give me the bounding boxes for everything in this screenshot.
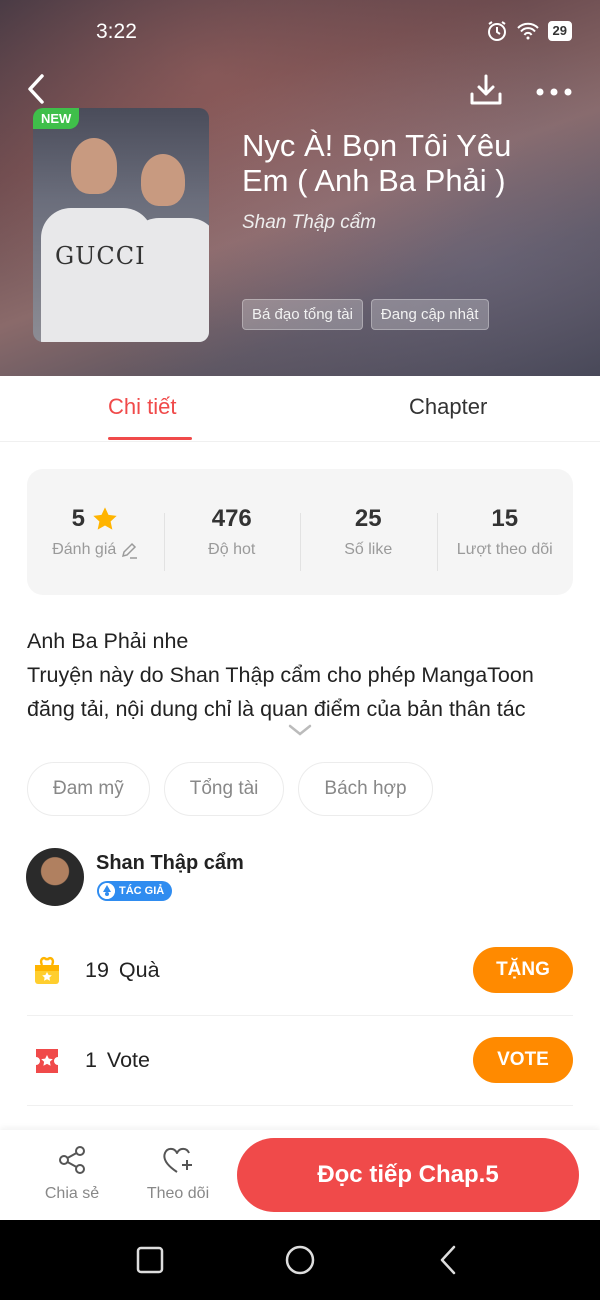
author-badge-icon (99, 883, 115, 899)
tab-detail[interactable]: Chi tiết (108, 394, 176, 420)
hot-label: Độ hot (208, 541, 256, 558)
cover-face-left (71, 138, 117, 194)
stats-panel: 5 Đánh giá 476 Độ hot 25 Số like 15 Lượt… (27, 469, 573, 595)
tab-chapter[interactable]: Chapter (409, 394, 487, 420)
vote-button[interactable]: VOTE (473, 1037, 573, 1083)
story-header: 3:22 29 GUCCI NEW Nyc À! Bọn Tôi Yêu Em … (0, 0, 600, 376)
stat-followers: 15 Lượt theo dõi (436, 505, 574, 571)
more-options-icon[interactable] (534, 82, 574, 102)
avatar[interactable] (26, 848, 84, 906)
vote-row: 1 Vote VOTE (27, 1016, 573, 1106)
stat-rating[interactable]: 5 Đánh giá (27, 505, 164, 559)
follow-action[interactable]: Theo dõi (138, 1144, 218, 1203)
wifi-icon (516, 22, 539, 40)
story-author[interactable]: Shan Thập cẩm (242, 212, 376, 234)
heart-plus-icon (163, 1147, 192, 1173)
system-nav-bar (0, 1220, 600, 1300)
story-description: Anh Ba Phải nhe Truyện này do Shan Thập … (27, 629, 534, 721)
give-gift-button[interactable]: TẶNG (473, 947, 573, 993)
battery-indicator: 29 (547, 21, 572, 41)
genre-tag[interactable]: Bách hợp (298, 762, 433, 816)
author-badge: TÁC GIẢ (97, 881, 173, 901)
share-icon (59, 1146, 85, 1174)
share-label: Chia sẻ (44, 1185, 100, 1202)
followers-value: 15 (491, 505, 519, 532)
star-icon (93, 507, 117, 530)
hot-value: 476 (211, 505, 252, 532)
genre-tag[interactable]: Tổng tài (163, 762, 285, 816)
cover-shirt-right (129, 218, 209, 342)
alarm-icon (487, 21, 506, 41)
cover-brand-text: GUCCI (55, 242, 146, 270)
share-action[interactable]: Chia sẻ (32, 1144, 112, 1203)
story-tag[interactable]: Bá đạo tổng tài (242, 299, 363, 330)
bottom-action-bar: Chia sẻ Theo dõi Đọc tiếp Chap.5 (0, 1130, 600, 1220)
vote-ticket-icon (36, 1049, 58, 1073)
chevron-down-icon[interactable] (287, 722, 313, 738)
rating-value: 5 (71, 505, 85, 532)
cover-image[interactable]: GUCCI (33, 108, 209, 342)
cover-face-right (141, 154, 185, 206)
follow-label: Theo dõi (146, 1185, 210, 1202)
genre-tag[interactable]: Đam mỹ (27, 762, 150, 816)
author-name[interactable]: Shan Thập cẩm (96, 852, 244, 875)
likes-label: Số like (344, 541, 393, 558)
new-badge: NEW (33, 108, 80, 129)
edit-icon (122, 542, 138, 559)
download-icon[interactable] (468, 72, 504, 108)
rating-label: Đánh giá (52, 541, 117, 558)
stat-likes: 25 Số like (300, 505, 437, 571)
stat-hot: 476 Độ hot (163, 505, 301, 571)
status-icons: 29 (486, 20, 572, 42)
continue-reading-button[interactable]: Đọc tiếp Chap.5 (237, 1138, 579, 1212)
recent-apps-icon[interactable] (134, 1244, 166, 1276)
story-title: Nyc À! Bọn Tôi Yêu Em ( Anh Ba Phải ) (242, 128, 512, 198)
vote-count: 1 Vote (85, 1048, 150, 1072)
genre-tags: Đam mỹ Tổng tài Bách hợp (27, 762, 433, 816)
gift-row: 19 Quà TẶNG (27, 926, 573, 1016)
back-icon[interactable] (22, 72, 52, 106)
status-bar: 3:22 29 (0, 18, 600, 46)
story-tags: Bá đạo tổng tài Đang cập nhật (242, 299, 489, 330)
followers-label: Lượt theo dõi (456, 541, 553, 558)
story-status-tag: Đang cập nhật (370, 299, 489, 330)
home-icon[interactable] (284, 1244, 316, 1276)
author-badge-label: TÁC GIẢ (119, 885, 165, 897)
likes-value: 25 (354, 505, 382, 532)
gift-count: 19 Quà (85, 958, 160, 982)
status-time: 3:22 (96, 20, 137, 43)
active-tab-indicator (108, 437, 192, 440)
gift-icon (35, 956, 59, 984)
system-back-icon[interactable] (434, 1244, 466, 1276)
tab-bar: Chi tiết Chapter (0, 376, 600, 442)
